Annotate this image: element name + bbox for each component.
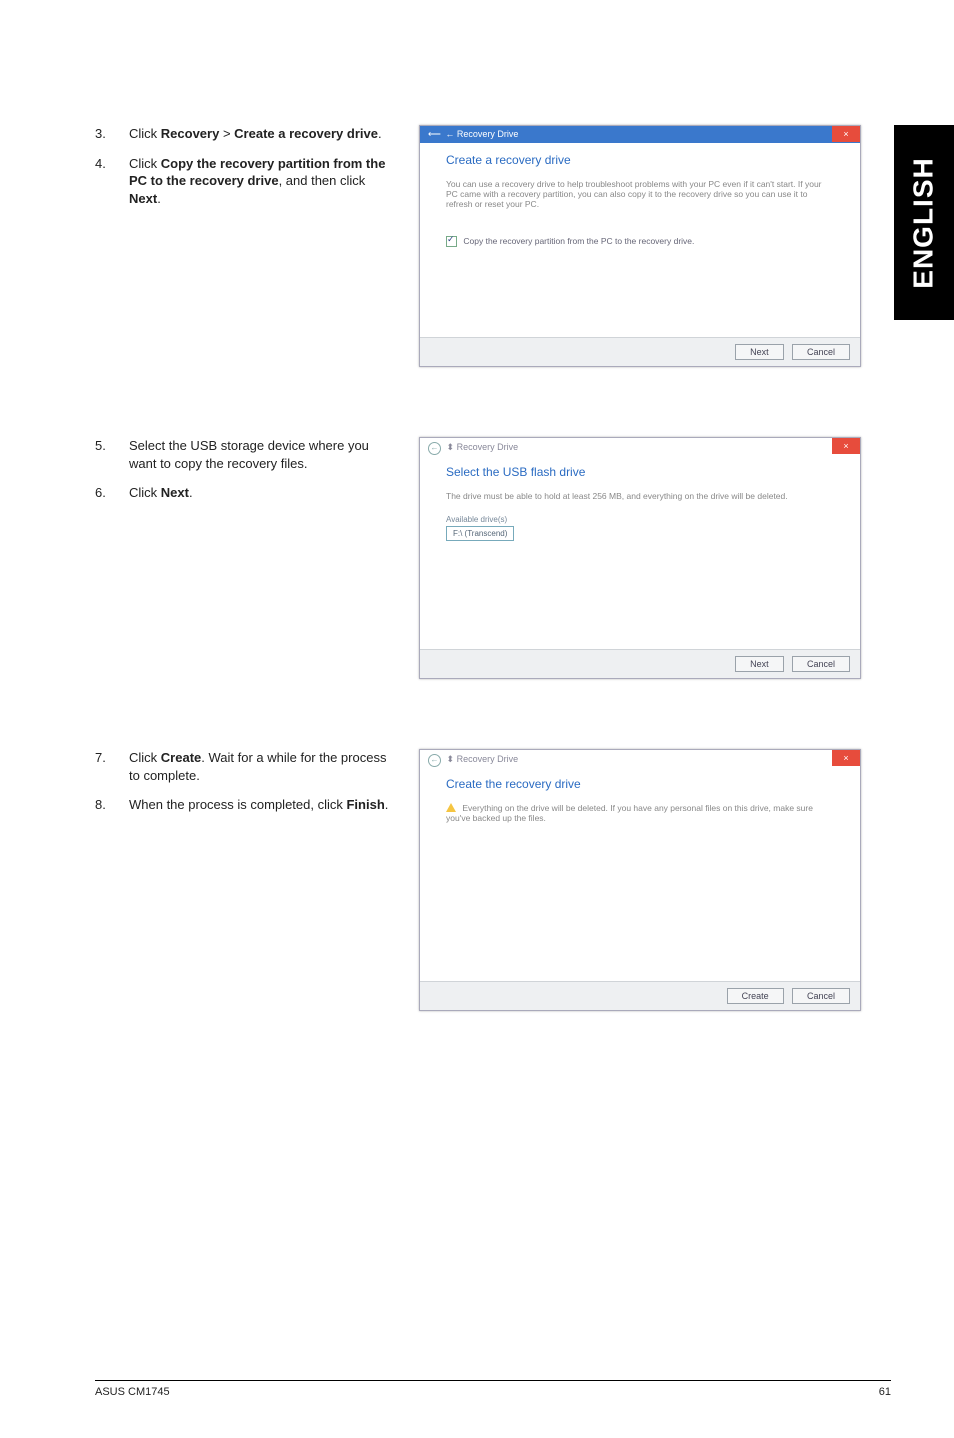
dialog3-description: Everything on the drive will be deleted.… (446, 803, 834, 823)
cancel-button[interactable]: Cancel (792, 344, 850, 360)
recovery-drive-icon: ⬍ (447, 442, 455, 452)
dialog2-heading: Select the USB flash drive (420, 455, 860, 485)
dialog3-heading: Create the recovery drive (420, 767, 860, 797)
dialog2-titlebar: ← ⬍ Recovery Drive (420, 438, 860, 455)
copy-partition-checkbox-row: Copy the recovery partition from the PC … (446, 236, 834, 247)
language-tab: ENGLISH (894, 125, 954, 320)
dialog2-breadcrumb-text: Recovery Drive (457, 442, 519, 452)
copy-partition-label: Copy the recovery partition from the PC … (463, 236, 694, 246)
instructions-col-3: 7. Click Create. Wait for a while for th… (95, 749, 419, 826)
section-2: 5. Select the USB storage device where y… (95, 437, 865, 679)
dialog1-footer: Next Cancel (420, 337, 860, 366)
dialog1-titlebar: ⟵ ← Recovery Drive (420, 126, 860, 143)
cancel-button[interactable]: Cancel (792, 988, 850, 1004)
next-button[interactable]: Next (735, 344, 784, 360)
dialog1-heading: Create a recovery drive (420, 143, 860, 173)
step-4-num: 4. (95, 155, 129, 208)
footer-page-number: 61 (879, 1386, 891, 1398)
dialog2-description: The drive must be able to hold at least … (446, 491, 834, 501)
instructions-col-1: 3. Click Recovery > Create a recovery dr… (95, 125, 419, 219)
language-tab-label: ENGLISH (908, 157, 940, 288)
dialog2-body: The drive must be able to hold at least … (420, 485, 860, 649)
instructions-col-2: 5. Select the USB storage device where y… (95, 437, 419, 514)
step-8-num: 8. (95, 796, 129, 814)
step-7-body: Click Create. Wait for a while for the p… (129, 749, 395, 784)
available-drives-label: Available drive(s) (446, 515, 834, 524)
section-3: 7. Click Create. Wait for a while for th… (95, 749, 865, 1011)
close-icon[interactable]: × (832, 750, 860, 766)
step-3: 3. Click Recovery > Create a recovery dr… (95, 125, 395, 143)
recovery-drive-icon: ⬍ (447, 754, 455, 764)
cancel-button[interactable]: Cancel (792, 656, 850, 672)
step-5-num: 5. (95, 437, 129, 472)
dialog3-body: Everything on the drive will be deleted.… (420, 797, 860, 981)
page-content: 3. Click Recovery > Create a recovery dr… (95, 125, 865, 1081)
create-button[interactable]: Create (727, 988, 784, 1004)
step-6-body: Click Next. (129, 484, 395, 502)
step-7-num: 7. (95, 749, 129, 784)
dialog3-titlebar: ← ⬍ Recovery Drive (420, 750, 860, 767)
step-7: 7. Click Create. Wait for a while for th… (95, 749, 395, 784)
dialog-select-usb: × ← ⬍ Recovery Drive Select the USB flas… (419, 437, 861, 679)
dialog3-breadcrumb-text: Recovery Drive (457, 754, 519, 764)
drive-list-item[interactable]: F:\ (Transcend) (446, 526, 514, 541)
back-arrow-icon[interactable]: ⟵ (428, 129, 441, 139)
dialog-create-drive: × ← ⬍ Recovery Drive Create the recovery… (419, 749, 861, 1011)
section-1: 3. Click Recovery > Create a recovery dr… (95, 125, 865, 367)
footer-product: ASUS CM1745 (95, 1386, 170, 1398)
step-4-body: Click Copy the recovery partition from t… (129, 155, 395, 208)
close-icon[interactable]: × (832, 438, 860, 454)
close-icon[interactable]: × (832, 126, 860, 142)
dialog1-breadcrumb-text: ← Recovery Drive (445, 129, 518, 139)
checkbox-icon[interactable] (446, 236, 457, 247)
dialog1-body: You can use a recovery drive to help tro… (420, 173, 860, 337)
step-6: 6. Click Next. (95, 484, 395, 502)
dialog-create-recovery: × ⟵ ← Recovery Drive Create a recovery d… (419, 125, 861, 367)
back-arrow-icon[interactable]: ← (428, 754, 441, 767)
next-button[interactable]: Next (735, 656, 784, 672)
step-8: 8. When the process is completed, click … (95, 796, 395, 814)
warning-icon (446, 803, 456, 812)
dialog2-footer: Next Cancel (420, 649, 860, 678)
step-3-num: 3. (95, 125, 129, 143)
step-6-num: 6. (95, 484, 129, 502)
step-5-body: Select the USB storage device where you … (129, 437, 395, 472)
step-5: 5. Select the USB storage device where y… (95, 437, 395, 472)
page-footer: ASUS CM1745 61 (95, 1380, 891, 1398)
back-arrow-icon[interactable]: ← (428, 442, 441, 455)
dialog1-description: You can use a recovery drive to help tro… (446, 179, 834, 210)
step-3-body: Click Recovery > Create a recovery drive… (129, 125, 395, 143)
step-4: 4. Click Copy the recovery partition fro… (95, 155, 395, 208)
step-8-body: When the process is completed, click Fin… (129, 796, 395, 814)
dialog3-footer: Create Cancel (420, 981, 860, 1010)
